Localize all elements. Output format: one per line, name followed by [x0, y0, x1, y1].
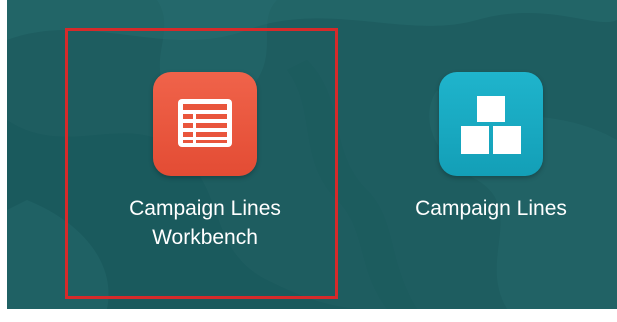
tile-label-line-1: Campaign Lines	[415, 197, 567, 220]
tile-label-workbench: Campaign Lines Workbench	[85, 194, 325, 252]
table-icon	[153, 72, 257, 176]
tile-label-line-1: Campaign Lines	[129, 197, 281, 220]
tile-label-campaign-lines: Campaign Lines	[387, 194, 595, 223]
app-tile-campaign-lines-workbench[interactable]: Campaign Lines Workbench	[85, 72, 325, 268]
tile-label-line-2: Workbench	[152, 226, 258, 249]
stacked-blocks-icon	[439, 72, 543, 176]
app-launcher-panel: Campaign Lines Workbench Campaign Lines	[7, 0, 617, 309]
app-tile-campaign-lines[interactable]: Campaign Lines	[387, 72, 595, 232]
